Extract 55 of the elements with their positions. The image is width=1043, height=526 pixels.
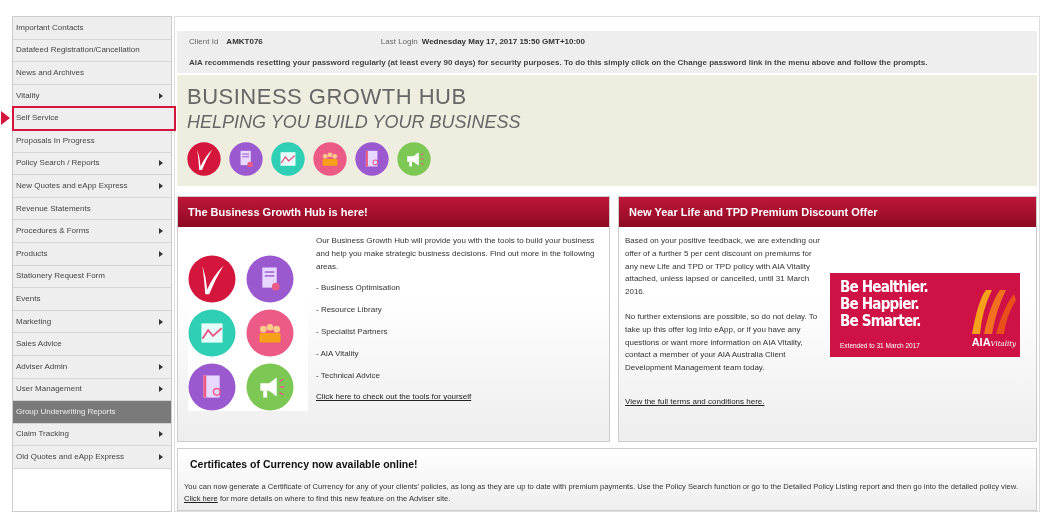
people-icon[interactable] bbox=[313, 142, 347, 176]
offer-paragraph: No further extensions are possible, so do not delay. To take up this offer log into eApp, or if you have any questions or want more information on AIA Vitality, contact a member of your AIA Australia Client Development Management team today. bbox=[625, 310, 819, 375]
tools-link[interactable]: Click here to check out the tools for yourself bbox=[316, 391, 472, 404]
book-icon[interactable] bbox=[355, 142, 389, 176]
sidebar-item[interactable]: Adviser Admin bbox=[13, 355, 171, 379]
chart-icon[interactable] bbox=[188, 309, 236, 357]
promo-line: Be Healthier. bbox=[840, 279, 928, 296]
document-icon[interactable] bbox=[246, 255, 294, 303]
list-item: - Resource Library bbox=[316, 304, 383, 317]
card-title: New Year Life and TPD Premium Discount Offer bbox=[619, 197, 1036, 227]
sidebar-item[interactable]: Old Quotes and eApp Express bbox=[13, 446, 171, 469]
sidebar-item[interactable]: Claim Tracking bbox=[13, 423, 171, 447]
sidebar-item[interactable]: Marketing bbox=[13, 310, 171, 334]
list-item: - Business Optimisation bbox=[316, 282, 402, 295]
last-login: Wednesday May 17, 2017 15:50 GMT+10:00 bbox=[421, 36, 585, 48]
promo-line: Be Happier. bbox=[840, 295, 920, 313]
client-id: AMKT076 bbox=[226, 36, 263, 48]
last-login-label: Last Login bbox=[380, 36, 418, 48]
sidebar-item[interactable]: Revenue Statements bbox=[13, 197, 171, 221]
book-icon[interactable] bbox=[188, 363, 236, 411]
password-notice: AIA recommends resetting your password regularly (at least every 90 days) for security purposes. To do this simply click on the Change password link in the menu above and follow the prompts. bbox=[189, 57, 929, 69]
client-id-label: Client Id bbox=[189, 36, 219, 48]
sidebar-item[interactable]: Datafeed Registration/Cancellation bbox=[13, 39, 171, 63]
chart-icon[interactable] bbox=[271, 142, 305, 176]
sidebar-item[interactable]: User Management bbox=[13, 378, 171, 402]
promo-line: Be Smarter. bbox=[840, 312, 922, 330]
hub-title: BUSINESS GROWTH HUB bbox=[187, 84, 468, 111]
sidebar-item[interactable]: Proposals In Progress bbox=[13, 129, 171, 153]
list-item: - Specialist Partners bbox=[316, 325, 389, 338]
sidebar-item[interactable]: Sales Advice bbox=[13, 333, 171, 356]
sidebar-item[interactable]: Policy Search / Reports bbox=[13, 152, 171, 176]
sidebar-item[interactable]: Group Underwriting Reports bbox=[13, 401, 171, 424]
sidebar-item[interactable]: New Quotes and eApp Express bbox=[13, 175, 171, 198]
offer-paragraph: Based on your positive feedback, we are extending our offer of a further 5 per cent discount on premiums for any new Life and TPD or TPD policy with AIA Vitality attached, unless lapsed or cancelled, until 31 March 2016. bbox=[625, 235, 821, 299]
terms-link[interactable]: View the full terms and conditions here. bbox=[625, 396, 765, 406]
card-intro: Our Business Growth Hub will provide you with the tools to build your business and help you make strategic business decisions. Find out more in the following areas. bbox=[316, 235, 596, 273]
document-icon[interactable] bbox=[229, 142, 263, 176]
list-item: - AIA Vitality bbox=[316, 347, 360, 360]
sidebar-item[interactable]: Events bbox=[13, 288, 171, 311]
list-item: - Technical Advice bbox=[316, 369, 381, 382]
sidebar-item[interactable]: Procedures & Forms bbox=[13, 220, 171, 243]
certificates-title: Certificates of Currency now available online! bbox=[190, 457, 419, 472]
card-title: The Business Growth Hub is here! bbox=[178, 197, 609, 227]
megaphone-icon[interactable] bbox=[246, 363, 294, 411]
brand-name: AIA bbox=[971, 335, 991, 351]
sidebar-item[interactable]: News and Archives bbox=[13, 62, 171, 85]
tick-icon[interactable] bbox=[187, 142, 221, 176]
sidebar-item[interactable]: Stationery Request Form bbox=[13, 265, 171, 289]
tick-icon[interactable] bbox=[188, 255, 236, 303]
hub-subtitle: HELPING YOU BUILD YOUR BUSINESS bbox=[187, 112, 522, 134]
megaphone-icon[interactable] bbox=[397, 142, 431, 176]
sidebar-item[interactable]: Products bbox=[13, 242, 171, 266]
sidebar-item[interactable]: Important Contacts bbox=[13, 17, 171, 40]
sidebar-item[interactable]: Self Service bbox=[13, 107, 175, 130]
people-icon[interactable] bbox=[246, 309, 294, 357]
